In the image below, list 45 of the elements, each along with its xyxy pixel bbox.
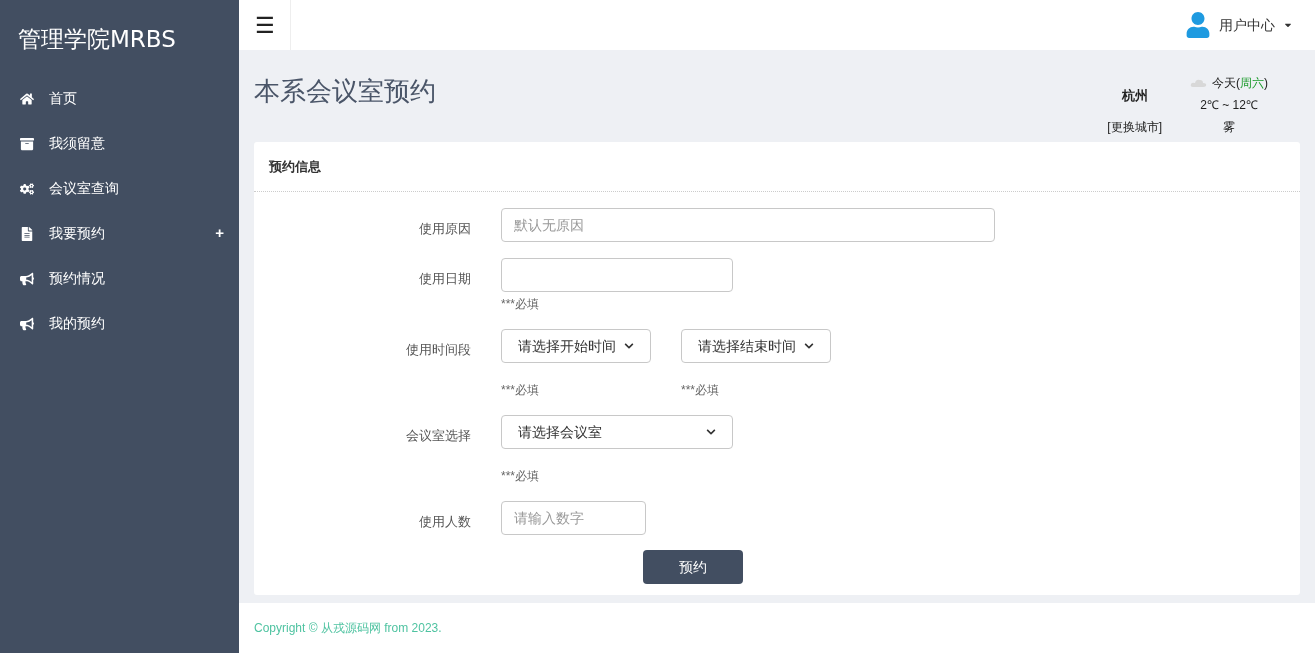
- field-label: 会议室选择: [406, 428, 471, 443]
- temperature: 2℃ ~ 12℃: [1200, 97, 1258, 114]
- user-menu[interactable]: 用户中心: [1185, 12, 1315, 38]
- field-label: 使用原因: [419, 221, 471, 236]
- input-field[interactable]: [501, 258, 733, 292]
- nav-item[interactable]: 我的预约: [0, 301, 239, 346]
- input-field[interactable]: 默认无原因: [501, 208, 995, 242]
- select-field[interactable]: 请选择结束时间: [681, 329, 831, 363]
- submit-button[interactable]: 预约: [643, 550, 743, 584]
- nav-item[interactable]: 首页: [0, 76, 239, 121]
- expand-toggle[interactable]: +: [215, 222, 224, 245]
- required-hint: ***必填: [501, 296, 540, 313]
- home-icon: [20, 91, 34, 106]
- city-name: 杭州: [1121, 87, 1148, 105]
- menu-button[interactable]: ☰: [239, 0, 291, 50]
- page-title: 本系会议室预约: [254, 75, 436, 108]
- gears-icon: [20, 181, 34, 196]
- required-hint: ***必填: [501, 382, 540, 399]
- megaphone-icon: [20, 271, 34, 286]
- weather-day: 今天(周六): [1212, 74, 1268, 92]
- app-title: 管理学院MRBS: [17, 25, 177, 54]
- chevron-icon: [624, 341, 634, 351]
- field-label: 使用人数: [419, 514, 471, 529]
- card-title: 预约信息: [269, 157, 321, 176]
- weather-condition: 雾: [1223, 119, 1235, 136]
- cloud-icon: [1190, 78, 1208, 88]
- megaphone-icon: [20, 316, 34, 331]
- required-hint: ***必填: [501, 468, 540, 485]
- chevron-icon: [804, 341, 814, 351]
- nav-item[interactable]: 我须留意: [0, 121, 239, 166]
- required-hint: ***必填: [681, 382, 720, 399]
- select-field[interactable]: 请选择会议室: [501, 415, 733, 449]
- select-field[interactable]: 请选择开始时间: [501, 329, 651, 363]
- nav-item[interactable]: 会议室查询: [0, 166, 239, 211]
- file-icon: [20, 226, 34, 241]
- change-city-link[interactable]: [更换城市]: [1107, 117, 1162, 136]
- chevron-icon: [706, 427, 716, 437]
- user-icon: [1185, 12, 1211, 38]
- input-field[interactable]: 请输入数字: [501, 501, 646, 535]
- copyright-text: Copyright © 从戎源码网 from 2023.: [254, 620, 442, 637]
- field-label: 使用日期: [419, 271, 471, 286]
- nav-item[interactable]: 预约情况: [0, 256, 239, 301]
- nav-item[interactable]: 我要预约 +: [0, 211, 239, 256]
- field-label: 使用时间段: [406, 342, 471, 357]
- archive-icon: [20, 136, 34, 151]
